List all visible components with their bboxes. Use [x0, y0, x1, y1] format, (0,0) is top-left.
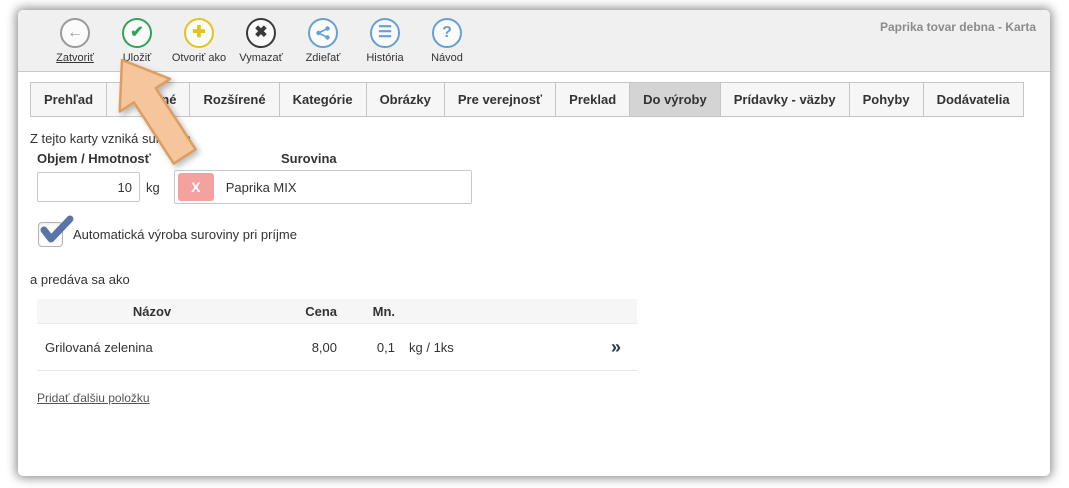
plus-icon: ✚: [184, 18, 214, 48]
back-arrow-icon: ←: [60, 18, 90, 48]
close-button[interactable]: ← Zatvoriť: [44, 18, 106, 64]
open-as-button[interactable]: ✚ Otvoriť ako: [168, 18, 230, 64]
tab-kategorie[interactable]: Kategórie: [279, 82, 367, 117]
help-button[interactable]: ? Návod: [416, 18, 478, 64]
surovina-label: Surovina: [281, 151, 337, 166]
volume-label: Objem / Hmotnosť: [37, 151, 281, 166]
save-button[interactable]: ✔ Uložiť: [106, 18, 168, 64]
tab-do-vyroby[interactable]: Do výroby: [629, 82, 721, 117]
save-button-label: Uložiť: [123, 52, 152, 64]
tab-dodavatelia[interactable]: Dodávatelia: [923, 82, 1024, 117]
row-unit: kg / 1ks: [395, 340, 515, 355]
history-button[interactable]: ☰ História: [354, 18, 416, 64]
page-title: Paprika tovar debna - Karta: [880, 20, 1036, 34]
sell-items-table: Názov Cena Mn. Grilovaná zelenina 8,00 0…: [37, 299, 637, 371]
row-nazov: Grilovaná zelenina: [37, 340, 267, 355]
history-button-label: História: [366, 52, 403, 64]
help-button-label: Návod: [431, 52, 463, 64]
check-icon: ✔: [122, 18, 152, 48]
auto-production-label: Automatická výroba suroviny pri príjme: [73, 227, 297, 242]
share-button-label: Zdieľať: [306, 52, 341, 64]
open-as-button-label: Otvoriť ako: [172, 52, 226, 64]
surovina-field[interactable]: X Paprika MIX: [174, 170, 472, 204]
auto-production-checkbox[interactable]: [38, 222, 63, 247]
tab-pre-verejnost[interactable]: Pre verejnosť: [444, 82, 556, 117]
remove-surovina-button[interactable]: X: [178, 173, 214, 201]
sells-as-label: a predáva sa ako: [30, 272, 1050, 287]
tab-prehlad[interactable]: Prehľad: [30, 82, 107, 117]
card-window: ← Zatvoriť ✔ Uložiť ✚ Otvoriť ako ✖ Vyma…: [18, 10, 1050, 476]
list-icon: ☰: [370, 18, 400, 48]
row-detail-arrow-icon[interactable]: »: [515, 337, 637, 358]
checkbox-checkmark-icon: [40, 215, 74, 247]
table-header-row: Názov Cena Mn.: [37, 299, 637, 324]
header-nazov: Názov: [37, 304, 267, 319]
surovina-value: Paprika MIX: [226, 180, 297, 195]
close-button-label: Zatvoriť: [56, 52, 94, 64]
x-icon: ✖: [246, 18, 276, 48]
header-mn: Mn.: [337, 304, 395, 319]
tab-zakladne[interactable]: Základné: [106, 82, 190, 117]
share-button[interactable]: Zdieľať: [292, 18, 354, 64]
volume-unit: kg: [146, 180, 160, 195]
tab-obrazky[interactable]: Obrázky: [366, 82, 445, 117]
help-icon: ?: [432, 18, 462, 48]
delete-button[interactable]: ✖ Vymazať: [230, 18, 292, 64]
intro-text: Z tejto karty vzniká surovina: [30, 131, 1050, 146]
delete-button-label: Vymazať: [239, 52, 282, 64]
header-cena: Cena: [267, 304, 337, 319]
table-row[interactable]: Grilovaná zelenina 8,00 0,1 kg / 1ks »: [37, 324, 637, 371]
add-item-link[interactable]: Pridať ďalšiu položku: [37, 391, 150, 405]
tab-rozsirene[interactable]: Rozšírené: [189, 82, 279, 117]
tab-bar: Prehľad Základné Rozšírené Kategórie Obr…: [30, 82, 1050, 117]
volume-input[interactable]: [37, 172, 140, 202]
tab-pohyby[interactable]: Pohyby: [849, 82, 924, 117]
row-mn: 0,1: [337, 340, 395, 355]
share-icon: [308, 18, 338, 48]
tab-pridavky-vazby[interactable]: Prídavky - väzby: [720, 82, 850, 117]
row-cena: 8,00: [267, 340, 337, 355]
tab-content: Z tejto karty vzniká surovina Objem / Hm…: [18, 117, 1050, 407]
tab-preklad[interactable]: Preklad: [555, 82, 630, 117]
